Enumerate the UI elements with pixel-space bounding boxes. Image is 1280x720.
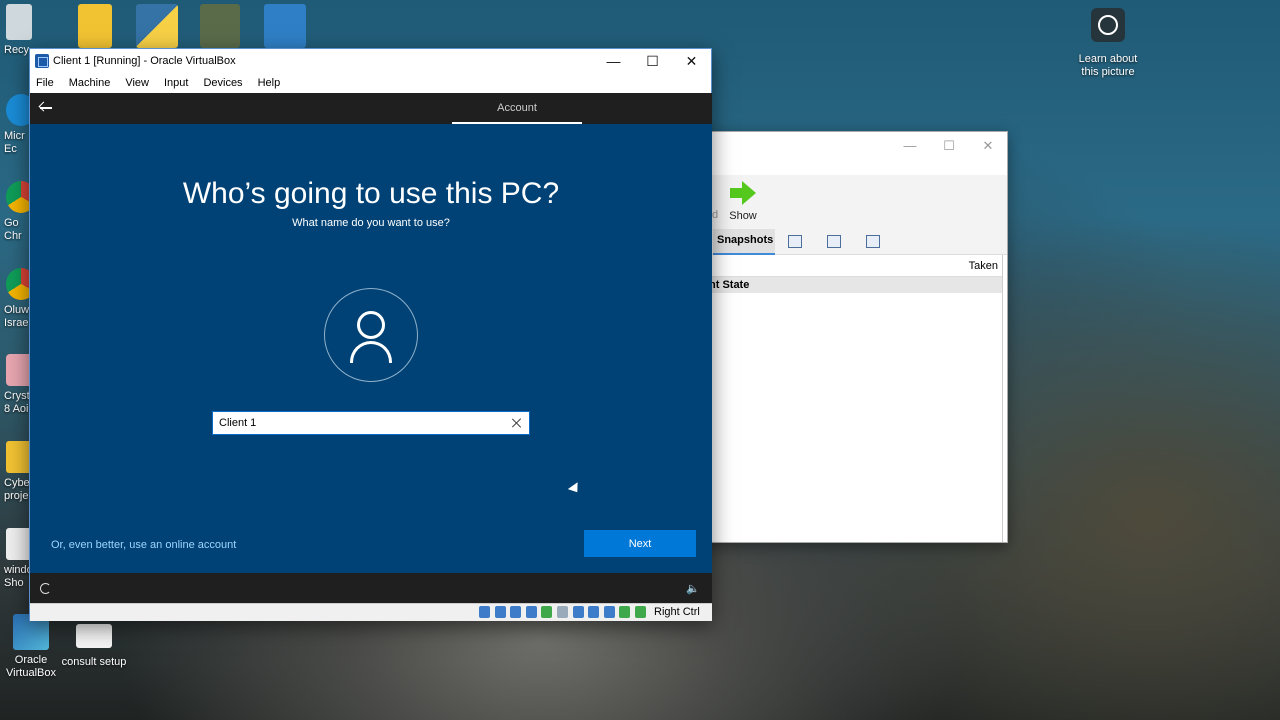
close-icon[interactable]: ✕: [973, 136, 1003, 156]
oobe-header: Account: [30, 93, 712, 124]
optical-drive-icon[interactable]: [494, 606, 506, 618]
vm-window[interactable]: Client 1 [Running] - Oracle VirtualBox —…: [29, 48, 712, 621]
mouse-integration-icon[interactable]: [619, 606, 631, 618]
partial-toolbar-label: d: [712, 209, 719, 221]
volume-icon[interactable]: 🔈: [686, 582, 700, 595]
close-icon[interactable]: ✕: [672, 49, 711, 73]
recycle-bin-icon: [6, 4, 32, 40]
learn-about-label: Learn about this picture: [1078, 53, 1138, 78]
show-arrow-icon: [728, 180, 758, 206]
back-arrow-icon[interactable]: [39, 101, 53, 115]
mouse-pointer-icon: [567, 482, 583, 496]
snapshot-list: Taken nt State: [701, 255, 1003, 542]
show-button[interactable]: Show: [723, 180, 763, 222]
desktop-icon-label: consult setup: [61, 656, 127, 668]
consult-setup-icon: [76, 624, 112, 648]
virtualbox-manager-window[interactable]: — ☐ ✕ d Show Snapshots Taken nt State: [700, 131, 1008, 543]
vm-status-bar: Right Ctrl: [30, 603, 712, 621]
minimize-icon[interactable]: —: [895, 136, 925, 156]
list-header: Taken: [701, 255, 1002, 277]
manager-titlebar: — ☐ ✕: [701, 132, 1007, 175]
keyboard-icon[interactable]: [634, 606, 646, 618]
usb-icon[interactable]: [541, 606, 553, 618]
online-account-link[interactable]: Or, even better, use an online account: [51, 539, 236, 551]
menu-input[interactable]: Input: [164, 77, 188, 89]
photo-file-icon[interactable]: [200, 4, 240, 48]
audio-icon[interactable]: [510, 606, 522, 618]
virtualbox-app-icon: [35, 54, 49, 68]
menu-help[interactable]: Help: [258, 77, 281, 89]
device-status-icons: [479, 606, 651, 618]
show-label: Show: [729, 210, 757, 222]
menu-view[interactable]: View: [125, 77, 149, 89]
desktop-shortcut-virtualbox[interactable]: Oracle VirtualBox: [0, 614, 67, 680]
learn-about-picture[interactable]: Learn about this picture: [1072, 8, 1144, 79]
take-snapshot-icon[interactable]: [788, 235, 802, 248]
current-state-row[interactable]: nt State: [701, 277, 1002, 293]
menu-file[interactable]: File: [36, 77, 54, 89]
avatar-head: [357, 311, 385, 339]
desktop-shortcut-consult-setup[interactable]: consult setup: [58, 624, 130, 669]
python-icon[interactable]: [136, 4, 178, 48]
guest-screen[interactable]: Account Who’s going to use this PC? What…: [30, 93, 712, 603]
username-field[interactable]: [212, 411, 530, 435]
cpu-icon[interactable]: [603, 606, 615, 618]
page-subtitle: What name do you want to use?: [292, 217, 450, 229]
clear-input-icon[interactable]: [511, 417, 523, 429]
taken-column-header[interactable]: Taken: [969, 260, 998, 272]
manager-toolbar: d Show: [701, 175, 1007, 229]
menu-devices[interactable]: Devices: [203, 77, 242, 89]
vm-titlebar: Client 1 [Running] - Oracle VirtualBox —…: [30, 49, 711, 73]
avatar-body: [350, 341, 392, 363]
menu-bar: File Machine View Input Devices Help: [30, 73, 711, 93]
display-icon[interactable]: [572, 606, 584, 618]
page-title: Who’s going to use this PC?: [182, 177, 560, 210]
hard-disk-icon[interactable]: [479, 606, 490, 618]
snapshot-properties-icon[interactable]: [866, 235, 880, 248]
menu-machine[interactable]: Machine: [69, 77, 111, 89]
next-button[interactable]: Next: [584, 530, 696, 557]
chatgpt-icon[interactable]: [264, 4, 306, 48]
maximize-icon[interactable]: ☐: [633, 49, 672, 73]
recording-icon[interactable]: [588, 606, 600, 618]
manager-tabs: Snapshots: [701, 229, 1007, 255]
tab-account: Account: [452, 93, 582, 124]
host-key-label: Right Ctrl: [654, 606, 700, 618]
camera-icon: [1091, 8, 1125, 42]
restore-snapshot-icon[interactable]: [827, 235, 841, 248]
username-input[interactable]: [213, 412, 493, 434]
minimize-icon[interactable]: —: [594, 49, 633, 73]
tab-snapshots[interactable]: Snapshots: [713, 229, 775, 255]
user-avatar-icon: [324, 288, 418, 382]
network-icon[interactable]: [525, 606, 537, 618]
shared-folders-icon[interactable]: [556, 606, 568, 618]
documents-folder-icon[interactable]: [78, 4, 112, 48]
desktop-icon-label: Oracle VirtualBox: [6, 654, 56, 679]
maximize-icon[interactable]: ☐: [934, 136, 964, 156]
oobe-footer: 🔈: [30, 573, 712, 603]
ease-of-access-icon[interactable]: [40, 583, 51, 594]
window-title: Client 1 [Running] - Oracle VirtualBox: [53, 55, 236, 67]
